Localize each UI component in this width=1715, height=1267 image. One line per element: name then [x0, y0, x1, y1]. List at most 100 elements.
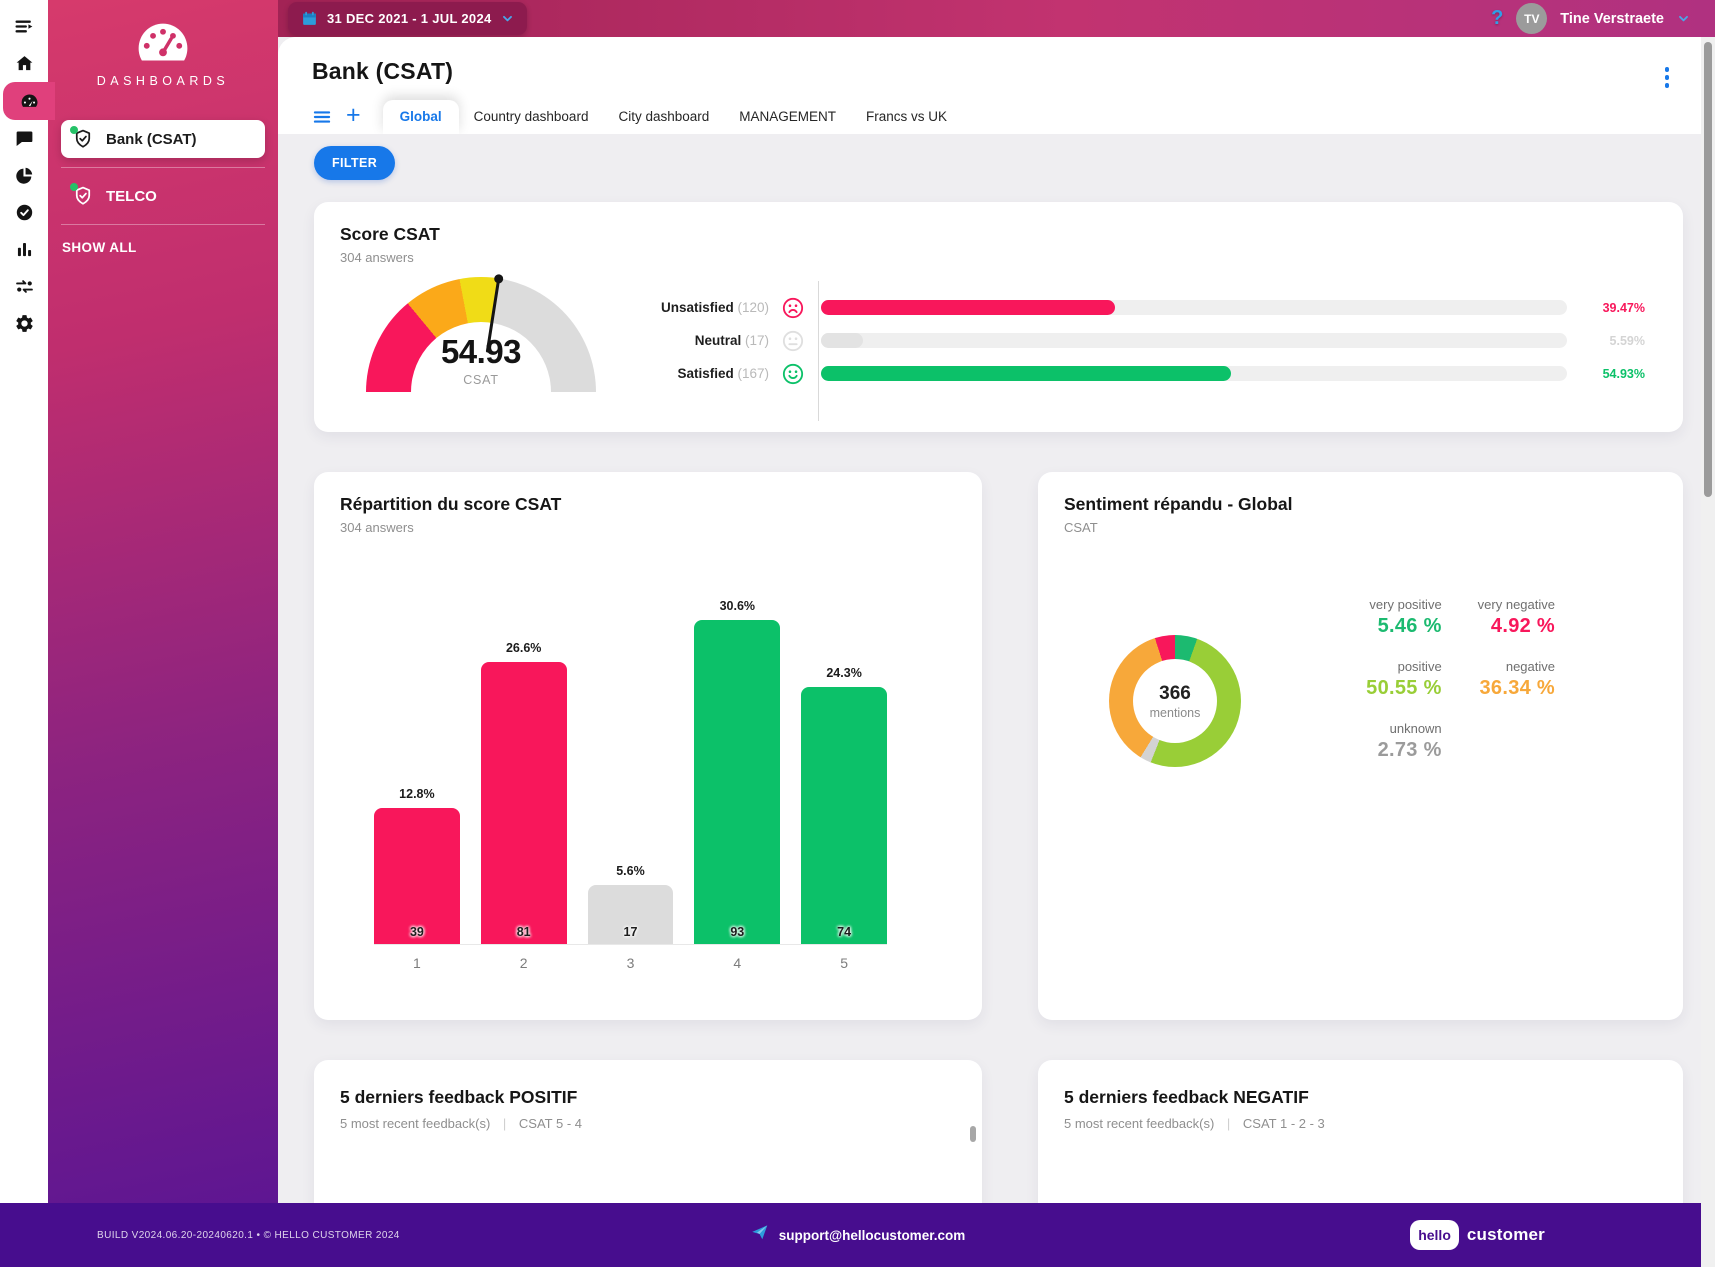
bar-count-label: 39 — [374, 925, 460, 939]
dashboard-badge-icon — [72, 128, 94, 150]
show-all-link[interactable]: SHOW ALL — [62, 240, 278, 255]
score-row-bar-track — [821, 300, 1567, 315]
add-tab-button[interactable]: + — [344, 105, 365, 129]
analytics-pie-icon[interactable] — [0, 157, 48, 194]
menu-expand-icon[interactable] — [0, 8, 48, 45]
score-row-unsatisfied: Unsatisfied (120)39.47% — [619, 291, 1645, 324]
csat-bar-chart: 12.8%3926.6%815.6%1730.6%9324.3%74 — [374, 575, 887, 945]
feedback-card-header: 5 derniers feedback POSITIF 5 most recent… — [314, 1060, 982, 1131]
score-row-satisfied: Satisfied (167)54.93% — [619, 357, 1645, 390]
sentiment-stat-positive: positive50.55 % — [1366, 659, 1442, 700]
feedback-scrollbar-thumb[interactable] — [970, 1126, 976, 1142]
nav-rail — [0, 0, 48, 1203]
conversations-icon[interactable] — [0, 120, 48, 157]
calendar-icon — [301, 10, 318, 27]
sidebar-item-telco[interactable]: TELCO — [61, 177, 265, 215]
bar: 81 — [481, 662, 567, 944]
middle-card-row: Répartition du score CSAT 304 answers 12… — [314, 472, 1683, 1020]
sentiment-legend: very positive5.46 %positive50.55 %unknow… — [1366, 597, 1555, 762]
happy-face-icon — [782, 363, 804, 385]
tab-francs-vs-uk[interactable]: Francs vs UK — [851, 100, 962, 134]
support-link[interactable]: support@hellocustomer.com — [750, 1223, 965, 1247]
bar-count-label: 81 — [481, 925, 567, 939]
bar-column-2: 26.6% 81 — [481, 641, 567, 944]
feedback-card-subtitle: 5 most recent feedback(s) | CSAT 1 - 2 -… — [1064, 1116, 1657, 1131]
score-row-percentage: 54.93% — [1581, 367, 1645, 381]
scrollbar-thumb[interactable] — [1704, 42, 1712, 497]
x-axis-label: 4 — [694, 955, 780, 971]
bar-percentage-label: 26.6% — [506, 641, 541, 655]
bar-column-3: 5.6%17 — [588, 864, 674, 944]
chevron-down-icon — [501, 12, 514, 25]
sentiment-stat-value: 36.34 % — [1478, 677, 1555, 700]
donut-center-label: 366 mentions — [1109, 635, 1241, 767]
bar: 39 — [374, 808, 460, 944]
logo-hello-badge: hello — [1410, 1220, 1459, 1250]
score-row-label: Neutral (17) — [619, 333, 769, 348]
score-card-body: 54.93 CSAT Unsatisfied (120)39.47%Neutra… — [314, 267, 1683, 417]
build-version-text: BUILD V2024.06.20-20240620.1 • © HELLO C… — [97, 1230, 400, 1241]
x-axis-label: 5 — [801, 955, 887, 971]
score-row-percentage: 5.59% — [1581, 334, 1645, 348]
gauge-caption: CSAT — [366, 373, 596, 387]
feedback-card-title: 5 derniers feedback POSITIF — [340, 1087, 956, 1108]
dashboard-content: FILTER Score CSAT 304 answers 54.93 CSAT — [278, 134, 1715, 1267]
sidebar-item-label: TELCO — [106, 188, 157, 205]
score-row-bar-fill — [821, 333, 863, 348]
page-scrollbar[interactable] — [1701, 37, 1715, 1267]
sentiment-stat-value: 5.46 % — [1366, 615, 1442, 638]
sentiment-card-header: Sentiment répandu - Global CSAT — [1038, 472, 1683, 535]
x-axis-label: 1 — [374, 955, 460, 971]
sentiment-stat-negative: negative36.34 % — [1478, 659, 1555, 700]
bar-count-label: 17 — [588, 925, 674, 939]
dashboard-panel: Bank (CSAT) + GlobalCountry dashboardCit… — [278, 37, 1715, 1267]
home-icon[interactable] — [0, 45, 48, 82]
tab-management[interactable]: MANAGEMENT — [724, 100, 851, 134]
topbar-right: ? TV Tine Verstraete — [1491, 3, 1715, 34]
reports-bar-chart-icon[interactable] — [0, 231, 48, 268]
settings-gear-icon[interactable] — [0, 305, 48, 342]
bar-column-5: 24.3% 74 — [801, 666, 887, 944]
bar-percentage-label: 24.3% — [826, 666, 861, 680]
tasks-check-icon[interactable] — [0, 194, 48, 231]
kebab-menu-button[interactable] — [1663, 65, 1672, 90]
score-card-title: Score CSAT — [340, 224, 1657, 245]
dashboards-icon[interactable] — [3, 82, 55, 120]
footer: BUILD V2024.06.20-20240620.1 • © HELLO C… — [0, 1203, 1715, 1267]
date-range-label: 31 DEC 2021 - 1 JUL 2024 — [327, 11, 492, 26]
filter-button[interactable]: FILTER — [314, 146, 395, 180]
score-csat-card: Score CSAT 304 answers 54.93 CSAT Unsati… — [314, 202, 1683, 432]
bar: 74 — [801, 687, 887, 944]
sidebar-title: DASHBOARDS — [48, 74, 278, 88]
sentiment-card-subtitle: CSAT — [1064, 520, 1657, 535]
active-dot — [70, 126, 78, 134]
date-range-picker[interactable]: 31 DEC 2021 - 1 JUL 2024 — [288, 2, 527, 35]
score-row-count: (167) — [737, 366, 769, 381]
dashboards-sidebar: DASHBOARDS Bank (CSAT) TELCO SHOW ALL — [48, 0, 278, 1203]
score-card-header: Score CSAT 304 answers — [314, 202, 1683, 265]
subtitle-separator: | — [1227, 1116, 1230, 1131]
tab-city-dashboard[interactable]: City dashboard — [603, 100, 724, 134]
sidebar-divider — [61, 224, 265, 225]
avatar[interactable]: TV — [1516, 3, 1547, 34]
feedback-card-subtitle: 5 most recent feedback(s) | CSAT 5 - 4 — [340, 1116, 956, 1131]
hello-customer-gauge-logo — [48, 0, 278, 61]
app-root: DASHBOARDS Bank (CSAT) TELCO SHOW ALL 31 … — [0, 0, 1715, 1267]
tab-bar: + GlobalCountry dashboardCity dashboardM… — [312, 100, 1715, 134]
distribution-card-title: Répartition du score CSAT — [340, 494, 956, 515]
sidebar-item-bank-csat[interactable]: Bank (CSAT) — [61, 120, 265, 158]
x-axis-label: 3 — [588, 955, 674, 971]
active-dot — [70, 183, 78, 191]
chevron-down-icon[interactable] — [1677, 12, 1690, 25]
bar-column-1: 12.8%39 — [374, 787, 460, 944]
panel-header: Bank (CSAT) + GlobalCountry dashboardCit… — [278, 37, 1715, 134]
dashboard-badge-icon — [72, 185, 94, 207]
automation-icon[interactable] — [0, 268, 48, 305]
dashboard-list: Bank (CSAT) TELCO — [48, 120, 278, 225]
tab-list-menu-icon[interactable] — [312, 107, 332, 127]
tab-country-dashboard[interactable]: Country dashboard — [459, 100, 604, 134]
paper-plane-icon — [750, 1223, 769, 1247]
help-button[interactable]: ? — [1491, 7, 1503, 30]
sentiment-stat-value: 50.55 % — [1366, 677, 1442, 700]
tab-global[interactable]: Global — [383, 100, 459, 134]
